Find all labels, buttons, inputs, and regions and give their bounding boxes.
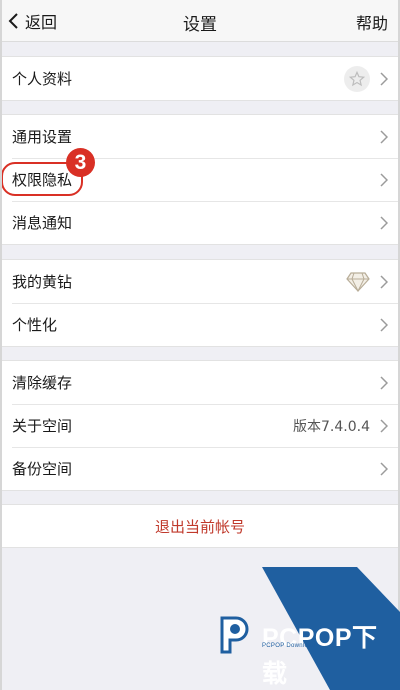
chevron-right-icon (380, 375, 388, 390)
chevron-right-icon (380, 418, 388, 433)
diamond-icon (346, 271, 370, 292)
watermark-subtext: PCPOP Download (262, 643, 316, 649)
row-backup[interactable]: 备份空间 (2, 447, 398, 490)
chevron-right-icon (380, 172, 388, 187)
chevron-right-icon (380, 317, 388, 332)
star-icon (344, 65, 370, 92)
row-yellow-diamond[interactable]: 我的黄钻 (2, 260, 398, 303)
chevron-right-icon (380, 274, 388, 289)
row-notifications[interactable]: 消息通知 (2, 201, 398, 244)
row-general-settings[interactable]: 通用设置 (2, 115, 398, 158)
row-personalization[interactable]: 个性化 (2, 303, 398, 346)
chevron-right-icon (380, 461, 388, 476)
settings-group-profile: 个人资料 (2, 56, 398, 101)
row-clear-cache[interactable]: 清除缓存 (2, 361, 398, 404)
help-button[interactable]: 帮助 (356, 10, 388, 34)
logout-button[interactable]: 退出当前帐号 (2, 504, 398, 548)
row-label: 我的黄钻 (12, 273, 73, 291)
row-profile[interactable]: 个人资料 (2, 57, 398, 100)
pcpop-logo-icon (220, 616, 249, 654)
row-label: 个性化 (12, 316, 58, 334)
page-title: 设置 (183, 15, 217, 35)
chevron-right-icon (380, 71, 388, 86)
chevron-right-icon (380, 215, 388, 230)
chevron-right-icon (380, 129, 388, 144)
row-about[interactable]: 关于空间 版本7.4.0.4 (2, 404, 398, 447)
navigation-bar: 返回 设置 帮助 (0, 0, 400, 42)
row-label: 关于空间 (12, 417, 73, 435)
row-label: 消息通知 (12, 214, 73, 232)
version-value: 版本7.4.0.4 (293, 418, 370, 435)
step-badge: 3 (66, 148, 95, 177)
watermark-text: PCPOP下载 (262, 624, 378, 688)
row-label: 备份空间 (12, 460, 73, 478)
logout-label: 退出当前帐号 (154, 517, 245, 536)
row-label: 清除缓存 (12, 374, 73, 392)
settings-group-storage: 清除缓存 关于空间 版本7.4.0.4 备份空间 (2, 360, 398, 491)
row-label: 个人资料 (12, 70, 73, 88)
row-label: 通用设置 (12, 128, 73, 146)
settings-group-vip: 我的黄钻 个性化 (2, 259, 398, 347)
